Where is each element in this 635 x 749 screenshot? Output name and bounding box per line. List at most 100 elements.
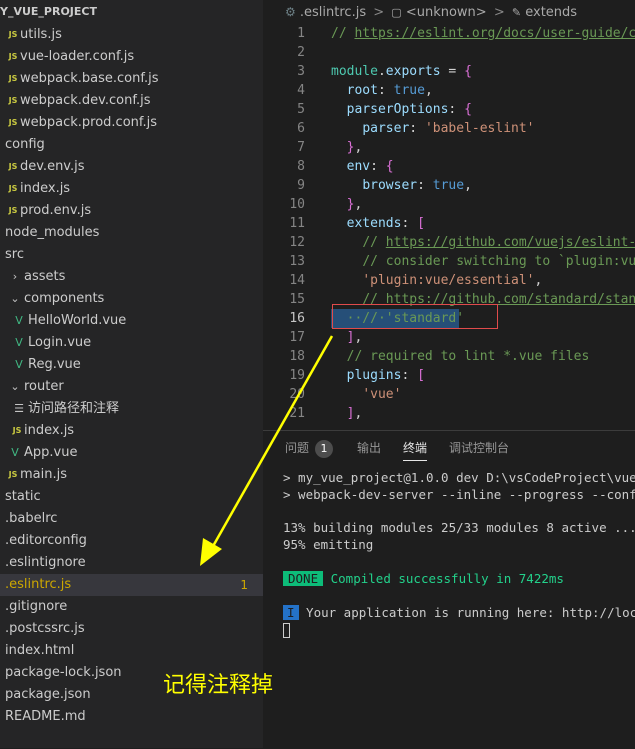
- tree-item-label: webpack.base.conf.js: [20, 71, 159, 86]
- tree-item-label: vue-loader.conf.js: [20, 49, 135, 64]
- js-file-icon: JS: [8, 162, 18, 171]
- project-title[interactable]: Y_VUE_PROJECT: [0, 0, 263, 24]
- tree-item[interactable]: ☰ 访问路径和注释: [0, 398, 263, 420]
- code-line[interactable]: 1 // https://eslint.org/docs/user-guide/c…: [263, 24, 635, 43]
- tree-item[interactable]: ⌄ router: [0, 376, 263, 398]
- tree-item[interactable]: JS main.js: [0, 464, 263, 486]
- tree-item[interactable]: JS dev.env.js: [0, 156, 263, 178]
- breadcrumb-file[interactable]: .eslintrc.js: [300, 5, 366, 20]
- code-line[interactable]: 14 'plugin:vue/essential',: [263, 271, 635, 290]
- line-number: 7: [297, 140, 305, 155]
- tree-item[interactable]: JS webpack.prod.conf.js: [0, 112, 263, 134]
- tree-item[interactable]: .editorconfig: [0, 530, 263, 552]
- breadcrumb: ⚙ .eslintrc.js > ▢ <unknown> > ✎ extends: [263, 0, 635, 24]
- breadcrumb-symbol[interactable]: <unknown>: [406, 5, 487, 20]
- tree-item[interactable]: .eslintrc.js 1: [0, 574, 263, 596]
- tree-item[interactable]: JS utils.js: [0, 24, 263, 46]
- done-message: Compiled successfully in 7422ms: [323, 571, 564, 586]
- panel-tabs: 问题 1 输出 终端 调试控制台: [263, 431, 635, 465]
- tree-item-label: .gitignore: [5, 599, 68, 614]
- code-token: 'babel-eslint': [424, 121, 535, 136]
- breadcrumb-separator: >: [373, 5, 385, 20]
- code-line[interactable]: 8 env: {: [263, 157, 635, 176]
- code-token: ,: [534, 273, 543, 288]
- breadcrumb-property[interactable]: extends: [525, 5, 577, 20]
- code-token: [: [417, 368, 425, 383]
- code-token: ,: [354, 140, 363, 155]
- code-line[interactable]: 13 // consider switching to `plugin:vue: [263, 252, 635, 271]
- tab-terminal[interactable]: 终端: [403, 431, 428, 465]
- code-line[interactable]: 12 // https://github.com/vuejs/eslint-p: [263, 233, 635, 252]
- code-line[interactable]: 19 plugins: [: [263, 366, 635, 385]
- code-token: ,: [354, 406, 363, 421]
- code-text: // consider switching to `plugin:vue: [331, 252, 635, 271]
- code-editor[interactable]: ⚙ .eslintrc.js > ▢ <unknown> > ✎ extends…: [263, 0, 635, 430]
- code-line[interactable]: 18 // required to lint *.vue files: [263, 347, 635, 366]
- tree-item[interactable]: ⌄ components: [0, 288, 263, 310]
- tree-item[interactable]: V Reg.vue: [0, 354, 263, 376]
- code-text: browser: true,: [331, 176, 472, 195]
- tree-item[interactable]: .postcssrc.js: [0, 618, 263, 640]
- code-token: extends: [346, 216, 402, 231]
- code-text: module.exports = {: [331, 62, 472, 81]
- code-line[interactable]: 10 },: [263, 195, 635, 214]
- code-line[interactable]: 11 extends: [: [263, 214, 635, 233]
- line-number: 8: [297, 159, 305, 174]
- tree-item[interactable]: .babelrc: [0, 508, 263, 530]
- code-text: // required to lint *.vue files: [331, 347, 590, 366]
- line-number: 3: [297, 64, 305, 79]
- js-file-icon: JS: [8, 184, 18, 193]
- code-line[interactable]: 9 browser: true,: [263, 176, 635, 195]
- tree-item[interactable]: static: [0, 486, 263, 508]
- tab-debug-console[interactable]: 调试控制台: [449, 431, 509, 465]
- tree-item[interactable]: JS index.js: [0, 178, 263, 200]
- tree-item[interactable]: README.md: [0, 706, 263, 728]
- tab-problems[interactable]: 问题 1: [285, 431, 334, 465]
- tree-item-label: 访问路径和注释: [28, 401, 120, 416]
- tree-item[interactable]: .gitignore: [0, 596, 263, 618]
- tree-item-label: .eslintignore: [5, 555, 86, 570]
- code-line[interactable]: 7 },: [263, 138, 635, 157]
- code-line[interactable]: 17 ],: [263, 328, 635, 347]
- tree-item[interactable]: JS webpack.base.conf.js: [0, 68, 263, 90]
- code-lines[interactable]: 1 // https://eslint.org/docs/user-guide/c…: [263, 24, 635, 423]
- code-text: ],: [331, 404, 363, 423]
- tree-item[interactable]: node_modules: [0, 222, 263, 244]
- tree-item[interactable]: V App.vue: [0, 442, 263, 464]
- code-line[interactable]: 4 root: true,: [263, 81, 635, 100]
- code-token: // consider switching to `plugin:vue: [362, 254, 635, 269]
- tree-item[interactable]: JS vue-loader.conf.js: [0, 46, 263, 68]
- tree-item[interactable]: config: [0, 134, 263, 156]
- code-line[interactable]: 6 parser: 'babel-eslint': [263, 119, 635, 138]
- tree-item[interactable]: JS index.js: [0, 420, 263, 442]
- code-token: .: [377, 64, 386, 79]
- code-line[interactable]: 21 ],: [263, 404, 635, 423]
- tree-item[interactable]: JS prod.env.js: [0, 200, 263, 222]
- tree-item[interactable]: JS webpack.dev.conf.js: [0, 90, 263, 112]
- code-line[interactable]: 2: [263, 43, 635, 62]
- cube-icon: ▢: [391, 6, 402, 19]
- tree-item[interactable]: src: [0, 244, 263, 266]
- tree-item-label: node_modules: [5, 225, 100, 240]
- tab-output[interactable]: 输出: [357, 431, 381, 465]
- explorer-sidebar: Y_VUE_PROJECT JS utils.js JS vue-loader.con…: [0, 0, 263, 748]
- line-number: 11: [289, 216, 305, 231]
- code-token: // required to lint *.vue files: [346, 349, 590, 364]
- vue-file-icon: V: [11, 446, 19, 459]
- code-line[interactable]: 5 parserOptions: {: [263, 100, 635, 119]
- vue-file-icon: V: [15, 314, 23, 327]
- code-text: plugins: [: [331, 366, 425, 385]
- js-file-icon: JS: [8, 118, 18, 127]
- tree-item[interactable]: .eslintignore: [0, 552, 263, 574]
- tree-item[interactable]: › assets: [0, 266, 263, 288]
- tree-item[interactable]: index.html: [0, 640, 263, 662]
- code-line[interactable]: 3 module.exports = {: [263, 62, 635, 81]
- code-text: env: {: [331, 157, 394, 176]
- code-line[interactable]: 20 'vue': [263, 385, 635, 404]
- tree-item[interactable]: V Login.vue: [0, 332, 263, 354]
- code-token: :: [401, 216, 418, 231]
- tree-item[interactable]: V HelloWorld.vue: [0, 310, 263, 332]
